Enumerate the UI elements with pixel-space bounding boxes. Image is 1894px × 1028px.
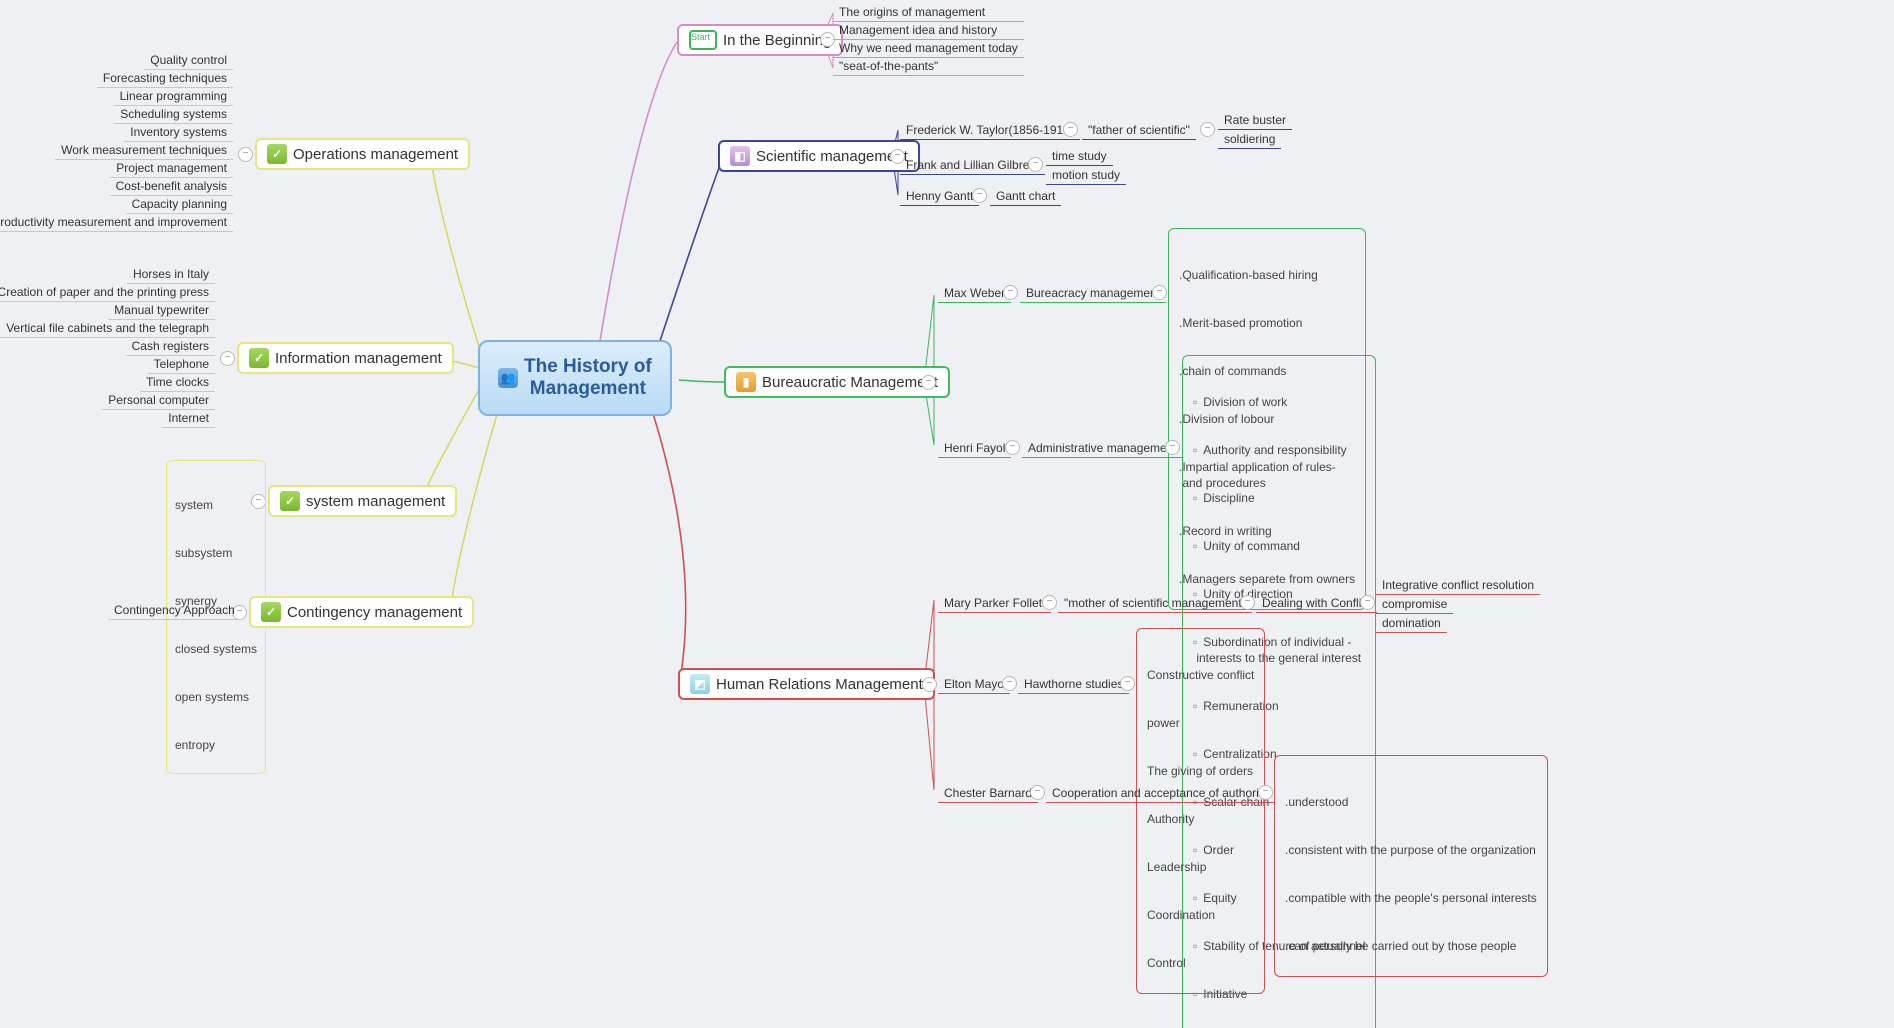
branch-label: Human Relations Management <box>716 676 923 693</box>
leaf[interactable]: Management idea and history <box>833 22 1024 40</box>
leaf[interactable]: Forecasting techniques <box>97 70 233 88</box>
check-icon: ✓ <box>280 491 300 511</box>
leaf[interactable]: Productivity measurement and improvement <box>0 214 233 232</box>
leaf[interactable]: Project management <box>110 160 233 178</box>
check-icon: ✓ <box>249 348 269 368</box>
branch-system[interactable]: ✓ system management <box>268 485 457 517</box>
collapse-toggle[interactable]: − <box>238 147 253 162</box>
collapse-toggle[interactable]: − <box>220 351 235 366</box>
people-icon: 👥 <box>498 368 518 388</box>
collapse-toggle[interactable]: − <box>1030 785 1045 800</box>
leaf[interactable]: Integrative conflict resolution <box>1376 577 1540 595</box>
leaf[interactable]: Rate buster <box>1218 112 1292 130</box>
collapse-toggle[interactable]: − <box>921 375 936 390</box>
leaf[interactable]: Quality control <box>144 52 233 70</box>
leaf-mayo[interactable]: Elton Mayo <box>938 676 1010 694</box>
start-icon: Start <box>689 30 717 50</box>
leaf-taylor[interactable]: Frederick W. Taylor(1856-1915) <box>900 122 1080 140</box>
leaf[interactable]: The origins of management <box>833 4 1024 22</box>
check-icon: ✓ <box>261 602 281 622</box>
mayo-notes[interactable]: Constructive conflict power The giving o… <box>1136 628 1265 994</box>
leaf[interactable]: Cash registers <box>126 338 215 356</box>
collapse-toggle[interactable]: − <box>1003 285 1018 300</box>
leaf-gilbreth[interactable]: Frank and Lillian Gilbreth <box>900 157 1045 175</box>
branch-operations[interactable]: ✓ Operations management <box>255 138 470 170</box>
beginning-items: The origins of management Management ide… <box>833 4 1024 76</box>
collapse-toggle[interactable]: − <box>1002 676 1017 691</box>
collapse-toggle[interactable]: − <box>1165 440 1180 455</box>
doc-icon: ◧ <box>730 146 750 166</box>
leaf-gantt[interactable]: Henny Gantt <box>900 188 979 206</box>
branch-label: In the Beginning <box>723 32 831 49</box>
leaf[interactable]: Work measurement techniques <box>55 142 233 160</box>
collapse-toggle[interactable]: − <box>1360 595 1375 610</box>
mindmap-canvas: 👥 The History of Management Start In the… <box>0 0 1894 1028</box>
collapse-toggle[interactable]: − <box>972 188 987 203</box>
leaf[interactable]: time study <box>1046 148 1113 166</box>
leaf[interactable]: Time clocks <box>140 374 215 392</box>
leaf[interactable]: Hawthorne studies <box>1018 676 1129 694</box>
leaf[interactable]: Capacity planning <box>126 196 233 214</box>
branch-label: Contingency management <box>287 604 462 621</box>
collapse-toggle[interactable]: − <box>1028 157 1043 172</box>
leaf[interactable]: Why we need management today <box>833 40 1024 58</box>
collapse-toggle[interactable]: − <box>922 677 937 692</box>
leaf[interactable]: Gantt chart <box>990 188 1061 206</box>
branch-information[interactable]: ✓ Information management <box>237 342 454 374</box>
branch-label: Bureaucratic Management <box>762 374 938 391</box>
leaf[interactable]: Vertical file cabinets and the telegraph <box>0 320 215 338</box>
leaf[interactable]: Cost-benefit analysis <box>110 178 233 196</box>
leaf[interactable]: Scheduling systems <box>114 106 233 124</box>
collapse-toggle[interactable]: − <box>1063 122 1078 137</box>
branch-label: system management <box>306 493 445 510</box>
leaf[interactable]: motion study <box>1046 167 1126 185</box>
leaf-weber[interactable]: Max Weber <box>938 285 1011 303</box>
branch-label: Operations management <box>293 146 458 163</box>
leaf[interactable]: Inventory systems <box>124 124 233 142</box>
branch-beginning[interactable]: Start In the Beginning <box>677 24 843 56</box>
collapse-toggle[interactable]: − <box>1240 595 1255 610</box>
leaf[interactable]: Horses in Italy <box>127 266 215 284</box>
square-icon: ◩ <box>690 674 710 694</box>
branch-contingency[interactable]: ✓ Contingency management <box>249 596 474 628</box>
center-topic[interactable]: 👥 The History of Management <box>478 340 672 416</box>
leaf[interactable]: Personal computer <box>102 392 215 410</box>
collapse-toggle[interactable]: − <box>1120 676 1135 691</box>
collapse-toggle[interactable]: − <box>1005 440 1020 455</box>
leaf-follett[interactable]: Mary Parker Follett <box>938 595 1051 613</box>
leaf[interactable]: soldiering <box>1218 131 1281 149</box>
collapse-toggle[interactable]: − <box>1042 595 1057 610</box>
leaf[interactable]: compromise <box>1376 596 1453 614</box>
collapse-toggle[interactable]: − <box>1200 122 1215 137</box>
leaf-barnard[interactable]: Chester Barnard <box>938 785 1038 803</box>
branch-human[interactable]: ◩ Human Relations Management <box>678 668 935 700</box>
check-icon: ✓ <box>267 144 287 164</box>
leaf-fayol[interactable]: Henri Fayol <box>938 440 1011 458</box>
leaf[interactable]: domination <box>1376 615 1447 633</box>
leaf[interactable]: Bureacracy management <box>1020 285 1166 303</box>
leaf[interactable]: Internet <box>162 410 215 428</box>
barnard-notes[interactable]: .understood .consistent with the purpose… <box>1274 755 1548 977</box>
leaf[interactable]: "mother of scientific management" <box>1058 595 1252 613</box>
information-items: Horses in Italy Creation of paper and th… <box>0 266 215 428</box>
center-label: The History of Management <box>524 356 652 400</box>
branch-bureaucratic[interactable]: ▮ Bureaucratic Management <box>724 366 950 398</box>
collapse-toggle[interactable]: − <box>1152 285 1167 300</box>
leaf[interactable]: Linear programming <box>114 88 233 106</box>
folder-icon: ▮ <box>736 372 756 392</box>
operations-items: Quality control Forecasting techniques L… <box>0 52 233 232</box>
leaf[interactable]: "seat-of-the-pants" <box>833 58 1024 76</box>
leaf[interactable]: "father of scientific" <box>1082 122 1196 140</box>
branch-label: Scientific management <box>756 148 908 165</box>
leaf[interactable]: Creation of paper and the printing press <box>0 284 215 302</box>
leaf[interactable]: Dealing with Conflict <box>1256 595 1377 613</box>
branch-label: Information management <box>275 350 442 367</box>
leaf[interactable]: Manual typewriter <box>108 302 215 320</box>
leaf[interactable]: Contingency Approach <box>108 602 241 620</box>
leaf[interactable]: Telephone <box>148 356 215 374</box>
collapse-toggle[interactable]: − <box>1258 785 1273 800</box>
leaf[interactable]: Administrative management <box>1022 440 1183 458</box>
leaf[interactable]: Cooperation and acceptance of authority <box>1046 785 1274 803</box>
